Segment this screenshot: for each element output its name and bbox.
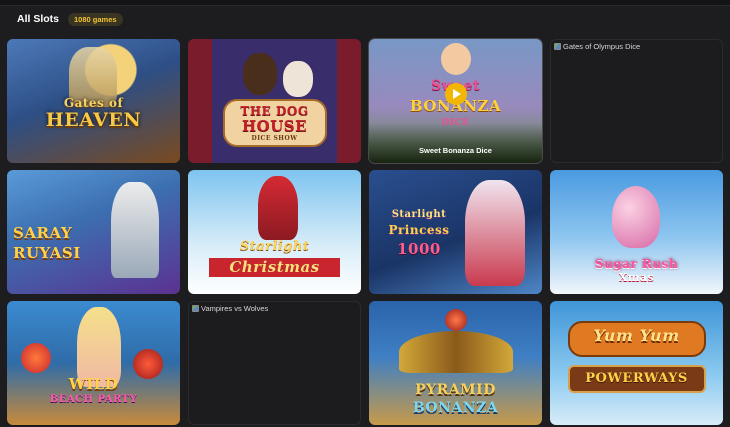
game-logo-line1: Starlight	[239, 239, 310, 254]
game-card-starlight-christmas[interactable]: Starlight Christmas	[188, 170, 361, 294]
fruit-icon	[21, 343, 51, 373]
section-header: All Slots 1080 games	[17, 11, 123, 27]
game-logo-line2: POWERWAYS	[585, 371, 688, 386]
fruit-icon	[133, 349, 163, 379]
games-count-badge: 1080 games	[68, 12, 123, 26]
section-title: All Slots	[17, 13, 60, 25]
character-figure	[441, 43, 471, 75]
game-logo-sub: DICE SHOW	[251, 135, 298, 142]
character-figure	[465, 180, 525, 286]
game-logo-line2: BONANZA	[412, 400, 499, 416]
game-logo-line2: Xmas	[618, 271, 655, 284]
dog-figure	[283, 61, 313, 97]
game-logo-sub: 1000	[397, 240, 441, 258]
game-logo-line1: PYRAMID	[415, 382, 496, 398]
game-logo-line1: Sugar Rush	[594, 257, 679, 271]
games-grid: Gates of HEAVEN THE DOG HOUSE DICE SHOW …	[7, 38, 723, 425]
caption-overlay	[369, 123, 542, 163]
game-caption: Sweet Bonanza Dice	[419, 146, 492, 155]
dog-figure	[243, 53, 277, 95]
game-logo-line2: HOUSE	[241, 117, 308, 135]
game-thumbnail	[550, 301, 723, 425]
game-logo-line2: BEACH PARTY	[49, 394, 138, 405]
game-logo-line2: Princess	[388, 223, 450, 237]
game-logo-line2: Christmas	[188, 258, 361, 277]
game-logo-line1: Gates of	[63, 96, 124, 110]
game-logo-line1: Starlight	[391, 209, 447, 220]
game-logo-line2: RUYASI	[13, 244, 81, 262]
scarab-wings	[399, 331, 513, 373]
game-card-sweet-bonanza-dice[interactable]: Sweet BONANZA DICE Sweet Bonanza Dice	[368, 38, 543, 164]
image-alt-text: Vampires vs Wolves	[201, 304, 269, 313]
game-logo-line1: SARAY	[13, 224, 73, 242]
top-bar	[0, 0, 730, 6]
sun-orb	[445, 309, 467, 331]
game-card-vampires-vs-wolves[interactable]: Vampires vs Wolves	[188, 301, 361, 425]
game-logo-line2: HEAVEN	[45, 109, 142, 131]
game-card-wild-beach-party[interactable]: WILD BEACH PARTY	[7, 301, 180, 425]
character-figure	[111, 182, 159, 278]
game-card-starlight-princess-1000[interactable]: Starlight Princess 1000	[369, 170, 542, 294]
broken-image-icon	[192, 305, 199, 312]
broken-image-icon	[554, 43, 561, 50]
game-card-pyramid-bonanza[interactable]: PYRAMID BONANZA	[369, 301, 542, 425]
game-logo-line1: Yum Yum	[593, 326, 680, 345]
character-figure	[258, 176, 298, 240]
game-card-gates-of-olympus-dice[interactable]: Gates of Olympus Dice	[550, 39, 723, 163]
game-card-gates-of-heaven[interactable]: Gates of HEAVEN	[7, 39, 180, 163]
play-icon[interactable]	[445, 83, 467, 105]
broken-image: Vampires vs Wolves	[192, 304, 268, 313]
game-card-sugar-rush-xmas[interactable]: Sugar Rush Xmas	[550, 170, 723, 294]
game-card-saray-ruyasi[interactable]: SARAY RUYASI	[7, 170, 180, 294]
candy-machine	[612, 186, 660, 248]
game-card-yum-yum-powerways[interactable]: Yum Yum POWERWAYS	[550, 301, 723, 425]
game-logo-line1: THE DOG	[240, 104, 309, 118]
game-card-the-dog-house-dice-show[interactable]: THE DOG HOUSE DICE SHOW	[188, 39, 361, 163]
game-logo-line1: WILD	[68, 375, 119, 393]
image-alt-text: Gates of Olympus Dice	[563, 42, 641, 51]
broken-image: Gates of Olympus Dice	[554, 42, 640, 51]
